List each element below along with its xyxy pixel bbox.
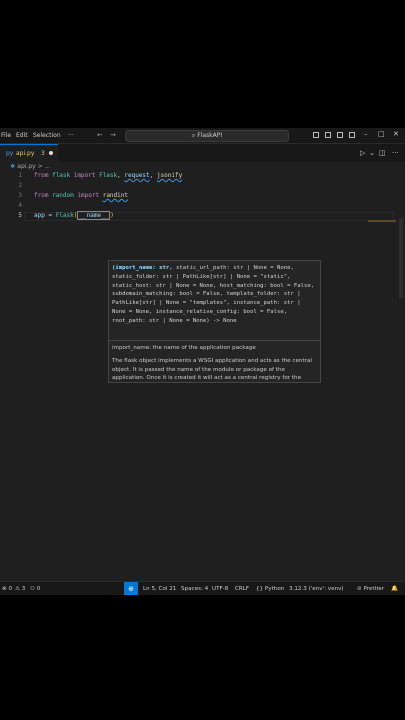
line-number: 1 (18, 172, 22, 179)
minimap[interactable] (368, 220, 396, 222)
remote-icon[interactable]: ⊕ (124, 582, 138, 595)
maximize-button[interactable]: □ (378, 130, 385, 138)
unsaved-dot-icon[interactable] (49, 151, 53, 155)
comma: , (149, 172, 157, 179)
variable-app: app (34, 212, 45, 219)
menu-more[interactable]: ··· (68, 132, 74, 139)
signature-rest: static_url_path: str | None = None, stat… (112, 265, 315, 324)
code-editor[interactable]: 1 2 3 4 5 from flask import Flask, reque… (0, 172, 405, 577)
breadcrumb-file[interactable]: api.py (17, 163, 35, 170)
back-arrow-icon[interactable]: ← (97, 131, 103, 139)
cursor-position[interactable]: Ln 5, Col 21 (143, 586, 176, 592)
import-jsonify: jsonify (156, 172, 183, 179)
title-bar: File Edit Selection ··· ← → ⌕ FlaskAPI –… (0, 128, 405, 144)
line-number: 4 (18, 202, 22, 209)
call-flask: Flask (55, 212, 74, 219)
module-name: flask (52, 172, 71, 179)
run-menu-chevron-icon[interactable]: ⌄ (369, 149, 375, 157)
active-parameter: (import_name: str, (112, 265, 173, 271)
minimize-button[interactable]: – (364, 130, 368, 138)
errors-count[interactable]: ⊗ 0 (2, 586, 12, 592)
run-python-icon[interactable]: ▷ (360, 149, 365, 157)
import-flask: Flask (99, 172, 118, 179)
toggle-primary-sidebar-icon[interactable] (313, 132, 319, 138)
popup-divider (109, 340, 320, 341)
signature-text: (import_name: str, static_url_path: str … (112, 264, 315, 326)
paren-close: ) (110, 212, 114, 219)
argument-name: __name__ (77, 211, 111, 220)
python-interpreter[interactable]: 3.12.3 ('env': venv) (289, 586, 344, 592)
language-mode[interactable]: {} Python (256, 586, 284, 592)
toggle-panel-icon[interactable] (325, 132, 331, 138)
editor-tab-bar: py api.py 3 ▷ ⌄ ◫ ··· (0, 144, 405, 162)
import-randint: randint (102, 192, 128, 199)
code-line-3[interactable]: from random import randint (34, 192, 128, 199)
breadcrumb[interactable]: ❖ api.py > ... (10, 163, 50, 170)
search-text: FlaskAPI (197, 132, 223, 139)
end-of-line[interactable]: CRLF (235, 586, 249, 592)
command-center-search[interactable]: ⌕ FlaskAPI (125, 130, 289, 142)
menu-file[interactable]: File (1, 132, 11, 139)
prettier-status[interactable]: ⊘ Prettier (357, 586, 384, 592)
signature-help-popup[interactable]: (import_name: str, static_url_path: str … (108, 260, 321, 383)
code-line-5[interactable]: app = Flask(__name__) (34, 211, 114, 220)
line-number: 3 (18, 192, 22, 199)
status-bar: ⊗ 0 ⚠ 3 ⚇ 0 ⊕ Ln 5, Col 21 Spaces: 4 UTF… (0, 581, 405, 595)
vscode-window: File Edit Selection ··· ← → ⌕ FlaskAPI –… (0, 128, 405, 595)
editor-more-actions-icon[interactable]: ··· (392, 149, 399, 157)
python-file-icon: py (6, 150, 14, 157)
menu-edit[interactable]: Edit (16, 132, 28, 139)
tab-api-py[interactable]: py api.py 3 (0, 144, 58, 162)
breadcrumb-separator: > (35, 163, 45, 170)
search-icon: ⌕ (191, 132, 196, 139)
indentation[interactable]: Spaces: 4 (181, 586, 208, 592)
keyword-import: import (77, 192, 100, 199)
menu-selection[interactable]: Selection (33, 132, 61, 139)
parameter-doc: import_name: the name of the application… (112, 345, 256, 351)
warnings-count[interactable]: ⚠ 3 (15, 586, 25, 592)
ports-count[interactable]: ⚇ 0 (30, 586, 40, 592)
vertical-scrollbar[interactable] (399, 218, 403, 298)
line-number: 2 (18, 182, 22, 189)
keyword-from: from (34, 172, 49, 179)
customize-layout-icon[interactable] (349, 132, 355, 138)
module-name: random (52, 192, 74, 199)
notifications-bell-icon[interactable]: 🔔 (391, 586, 398, 592)
forward-arrow-icon[interactable]: → (110, 131, 116, 139)
code-line-1[interactable]: from flask import Flask, request, jsonif… (34, 172, 182, 179)
problem-count-badge: 3 (41, 150, 45, 157)
tab-label: api.py (16, 150, 35, 157)
import-request: request (124, 172, 150, 179)
class-description: The flask object implements a WSGI appli… (112, 358, 312, 382)
toggle-secondary-sidebar-icon[interactable] (337, 132, 343, 138)
keyword-from: from (34, 192, 49, 199)
close-window-button[interactable]: ✕ (393, 130, 399, 138)
breadcrumb-more[interactable]: ... (45, 163, 51, 170)
operator-assign: = (44, 212, 56, 219)
keyword-import: import (73, 172, 96, 179)
split-editor-icon[interactable]: ◫ (379, 149, 386, 157)
encoding[interactable]: UTF-8 (212, 586, 228, 592)
line-number-current: 5 (18, 212, 22, 219)
